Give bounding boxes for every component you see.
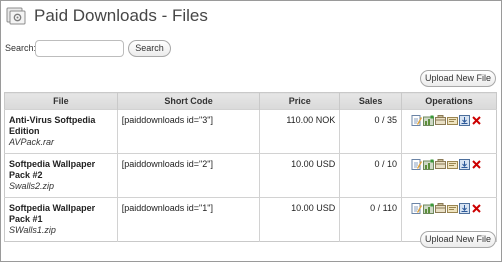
file-filename: Swalls2.zip bbox=[9, 181, 55, 191]
download-icon[interactable] bbox=[459, 115, 471, 126]
search-button[interactable]: Search bbox=[128, 40, 171, 57]
links-icon[interactable] bbox=[435, 203, 447, 214]
column-header-operations: Operations bbox=[401, 92, 497, 110]
upload-new-file-button-top[interactable]: Upload New File bbox=[420, 70, 496, 87]
operations bbox=[406, 159, 492, 170]
stats-icon[interactable] bbox=[423, 203, 435, 214]
edit-icon[interactable] bbox=[411, 159, 423, 170]
column-header-price: Price bbox=[259, 92, 341, 110]
delete-icon[interactable] bbox=[471, 203, 482, 214]
table-row: Anti-Virus Softpedia Edition AVPack.rar … bbox=[4, 109, 497, 154]
price: 10.00 USD bbox=[259, 197, 341, 242]
short-code: [paiddownloads id="2"] bbox=[117, 153, 261, 198]
table-row: Softpedia Wallpaper Pack #2 Swalls2.zip … bbox=[4, 153, 497, 198]
price: 110.00 NOK bbox=[259, 109, 341, 154]
files-header-icon bbox=[6, 7, 26, 25]
file-filename: AVPack.rar bbox=[9, 137, 55, 147]
sales: 0 / 10 bbox=[339, 153, 403, 198]
upload-new-file-button-bottom[interactable]: Upload New File bbox=[420, 231, 496, 248]
price: 10.00 USD bbox=[259, 153, 341, 198]
table-header-row: File Short Code Price Sales Operations bbox=[4, 92, 497, 110]
stats-icon[interactable] bbox=[423, 115, 435, 126]
download-icon[interactable] bbox=[459, 159, 471, 170]
download-icon[interactable] bbox=[459, 203, 471, 214]
delete-icon[interactable] bbox=[471, 159, 482, 170]
edit-icon[interactable] bbox=[411, 203, 423, 214]
operations bbox=[406, 115, 492, 126]
edit-icon[interactable] bbox=[411, 115, 423, 126]
transactions-icon[interactable] bbox=[447, 115, 459, 126]
transactions-icon[interactable] bbox=[447, 159, 459, 170]
file-name: Softpedia Wallpaper Pack #1 bbox=[9, 203, 96, 224]
short-code: [paiddownloads id="1"] bbox=[117, 197, 261, 242]
column-header-file: File bbox=[4, 92, 118, 110]
file-name: Softpedia Wallpaper Pack #2 bbox=[9, 159, 96, 180]
column-header-sales: Sales bbox=[339, 92, 403, 110]
links-icon[interactable] bbox=[435, 159, 447, 170]
search-input[interactable] bbox=[35, 40, 124, 57]
column-header-short-code: Short Code bbox=[117, 92, 261, 110]
sales: 0 / 110 bbox=[339, 197, 403, 242]
search-label: Search: bbox=[5, 43, 37, 53]
delete-icon[interactable] bbox=[471, 115, 482, 126]
stats-icon[interactable] bbox=[423, 159, 435, 170]
page-title: Paid Downloads - Files bbox=[34, 6, 208, 25]
short-code: [paiddownloads id="3"] bbox=[117, 109, 261, 154]
sales: 0 / 35 bbox=[339, 109, 403, 154]
file-filename: SWalls1.zip bbox=[9, 225, 56, 235]
links-icon[interactable] bbox=[435, 115, 447, 126]
file-name: Anti-Virus Softpedia Edition bbox=[9, 115, 96, 136]
transactions-icon[interactable] bbox=[447, 203, 459, 214]
operations bbox=[406, 203, 492, 214]
files-table: File Short Code Price Sales Operations A… bbox=[4, 92, 497, 242]
